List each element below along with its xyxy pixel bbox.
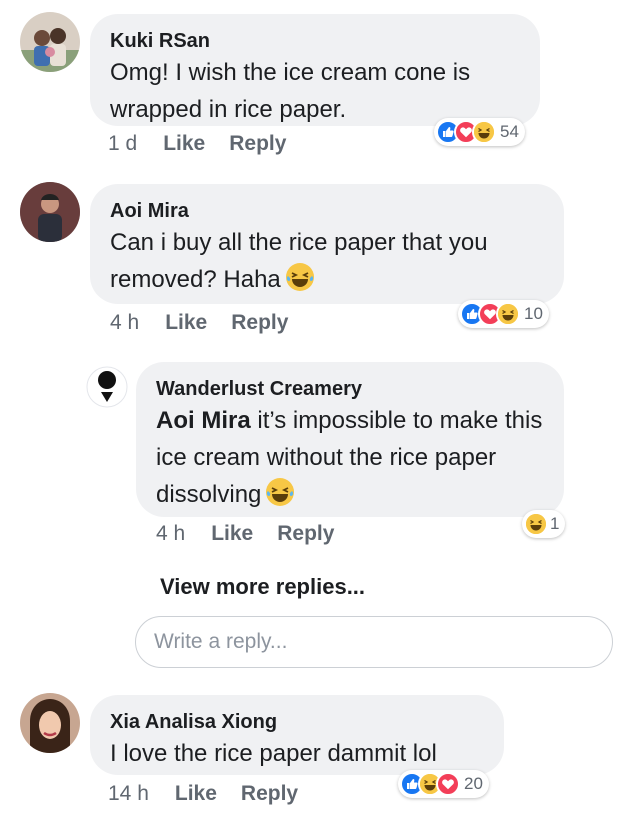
- avatar[interactable]: [20, 12, 80, 72]
- comment-text: I love the rice paper dammit lol: [110, 740, 437, 767]
- reply-button[interactable]: Reply: [241, 782, 298, 806]
- reply-bubble: Wanderlust Creamery Aoi Mira it’s imposs…: [136, 362, 564, 517]
- love-icon: [436, 772, 460, 796]
- reactions-summary[interactable]: 10: [458, 300, 549, 328]
- comment-author[interactable]: Aoi Mira: [110, 200, 544, 222]
- comment-text: Can i buy all the rice paper that you re…: [110, 229, 488, 293]
- comment-time[interactable]: 1 d: [108, 132, 137, 156]
- comment-text: Omg! I wish the ice cream cone is wrappe…: [110, 59, 471, 123]
- haha-icon: [524, 512, 548, 536]
- comment-actions: 14 h Like Reply: [108, 782, 322, 806]
- reply-text: Aoi Mira it’s impossible to make this ic…: [156, 407, 543, 508]
- reactions-summary[interactable]: 54: [434, 118, 525, 146]
- avatar[interactable]: [20, 693, 80, 753]
- laughing-emoji-icon: [285, 262, 315, 292]
- reaction-count: 1: [550, 514, 560, 533]
- reply-actions: 4 h Like Reply: [156, 522, 358, 546]
- like-button[interactable]: Like: [175, 782, 217, 806]
- comment-author[interactable]: Kuki RSan: [110, 30, 520, 52]
- comment-bubble: Aoi Mira Can i buy all the rice paper th…: [90, 184, 564, 304]
- comment-actions: 4 h Like Reply: [110, 311, 312, 335]
- view-more-replies-link[interactable]: View more replies...: [160, 574, 365, 600]
- avatar[interactable]: [86, 366, 128, 408]
- like-button[interactable]: Like: [211, 522, 253, 546]
- haha-icon: [496, 302, 520, 326]
- like-button[interactable]: Like: [165, 311, 207, 335]
- like-button[interactable]: Like: [163, 132, 205, 156]
- reply-button[interactable]: Reply: [277, 522, 334, 546]
- comment-actions: 1 d Like Reply: [108, 132, 310, 156]
- comment-bubble: Xia Analisa Xiong I love the rice paper …: [90, 695, 504, 775]
- avatar[interactable]: [20, 182, 80, 242]
- laughing-emoji-icon: [265, 477, 295, 507]
- comment-author[interactable]: Xia Analisa Xiong: [110, 711, 484, 733]
- reactions-summary[interactable]: 20: [398, 770, 489, 798]
- reaction-count: 54: [500, 122, 519, 141]
- haha-icon: [472, 120, 496, 144]
- reply-input[interactable]: [135, 616, 613, 668]
- mention-link[interactable]: Aoi Mira: [156, 407, 251, 434]
- comment-time[interactable]: 4 h: [110, 311, 139, 335]
- reaction-count: 20: [464, 774, 483, 793]
- reaction-count: 10: [524, 304, 543, 323]
- reply-button[interactable]: Reply: [231, 311, 288, 335]
- reply-author[interactable]: Wanderlust Creamery: [156, 378, 544, 400]
- reply-time[interactable]: 4 h: [156, 522, 185, 546]
- reactions-summary[interactable]: 1: [522, 510, 566, 538]
- comment-bubble: Kuki RSan Omg! I wish the ice cream cone…: [90, 14, 540, 126]
- comment-time[interactable]: 14 h: [108, 782, 149, 806]
- reply-button[interactable]: Reply: [229, 132, 286, 156]
